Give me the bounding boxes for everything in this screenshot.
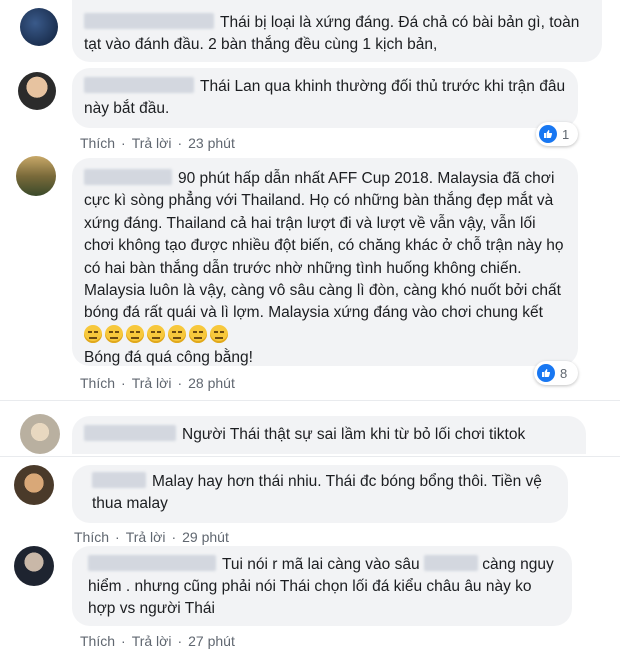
- reaction-count: 8: [560, 365, 568, 381]
- avatar[interactable]: [14, 465, 54, 505]
- reaction-badge[interactable]: 1: [536, 122, 578, 146]
- author-name-blurred[interactable]: [84, 169, 172, 185]
- separator: ·: [121, 375, 126, 391]
- like-link[interactable]: Thích: [80, 135, 115, 151]
- avatar[interactable]: [18, 72, 56, 110]
- comment-bubble: Malay hay hơn thái nhiu. Thái đc bóng bổ…: [72, 465, 568, 523]
- author-name-blurred[interactable]: [88, 555, 216, 571]
- reply-link[interactable]: Trả lời: [132, 633, 172, 649]
- separator: ·: [177, 135, 183, 151]
- like-link[interactable]: Thích: [74, 529, 109, 545]
- author-name-blurred[interactable]: [84, 77, 194, 93]
- avatar[interactable]: [16, 156, 56, 196]
- emoji-expressionless: [84, 324, 102, 343]
- separator: ·: [177, 375, 183, 391]
- author-name-blurred[interactable]: [84, 13, 214, 29]
- comment-text: Tui nói r mã lai càng vào sâu: [222, 556, 420, 573]
- timestamp[interactable]: 23 phút: [188, 135, 235, 151]
- reaction-badge[interactable]: 8: [534, 361, 578, 385]
- avatar[interactable]: [14, 546, 54, 586]
- like-link[interactable]: Thích: [80, 633, 115, 649]
- emoji-expressionless: [210, 324, 228, 343]
- like-icon: [537, 364, 555, 382]
- redacted-word: [423, 555, 478, 571]
- reaction-count: 1: [562, 126, 570, 142]
- emoji-expressionless: [147, 324, 165, 343]
- separator: ·: [121, 135, 126, 151]
- reply-link[interactable]: Trả lời: [132, 135, 172, 151]
- comment-bubble: Thái Lan qua khinh thường đối thủ trước …: [72, 68, 578, 128]
- comment-text: 90 phút hấp dẫn nhất AFF Cup 2018. Malay…: [84, 170, 564, 322]
- timestamp[interactable]: 28 phút: [188, 375, 235, 391]
- comment-bubble: Thái bị loại là xứng đáng. Đá chả có bài…: [72, 0, 602, 62]
- comment-bubble: Tui nói r mã lai càng vào sâu càng nguy …: [72, 546, 572, 626]
- divider: [0, 456, 620, 457]
- comment-text: Malay hay hơn thái nhiu. Thái đc bóng bổ…: [92, 473, 542, 512]
- emoji-expressionless: [126, 324, 144, 343]
- comment-actions: Thích · Trả lời · 28 phút: [80, 375, 241, 391]
- comment-text-line: Bóng đá quá công bằng!: [84, 349, 253, 367]
- separator: ·: [115, 529, 120, 545]
- like-link[interactable]: Thích: [80, 375, 115, 391]
- comment-actions: Thích · Trả lời · 29 phút: [74, 529, 235, 545]
- comment-text: Người Thái thật sự sai lầm khi từ bỏ lối…: [182, 426, 526, 443]
- emoji-expressionless: [168, 324, 186, 343]
- like-icon: [539, 125, 557, 143]
- comment-actions: Thích · Trả lời · 23 phút: [80, 135, 241, 151]
- reply-link[interactable]: Trả lời: [132, 375, 172, 391]
- emoji-expressionless: [189, 324, 207, 343]
- reply-link[interactable]: Trả lời: [126, 529, 166, 545]
- avatar[interactable]: [20, 414, 60, 454]
- comment-actions: Thích · Trả lời · 27 phút: [80, 633, 241, 649]
- emoji-expressionless: [105, 324, 123, 343]
- timestamp[interactable]: 29 phút: [182, 529, 229, 545]
- divider: [0, 400, 620, 401]
- author-name-blurred[interactable]: [92, 472, 146, 488]
- separator: ·: [171, 529, 177, 545]
- timestamp[interactable]: 27 phút: [188, 633, 235, 649]
- separator: ·: [177, 633, 183, 649]
- avatar[interactable]: [20, 8, 58, 46]
- author-name-blurred[interactable]: [84, 425, 176, 441]
- separator: ·: [121, 633, 126, 649]
- comment-bubble: 90 phút hấp dẫn nhất AFF Cup 2018. Malay…: [72, 158, 578, 366]
- comment-bubble: Người Thái thật sự sai lầm khi từ bỏ lối…: [72, 416, 586, 454]
